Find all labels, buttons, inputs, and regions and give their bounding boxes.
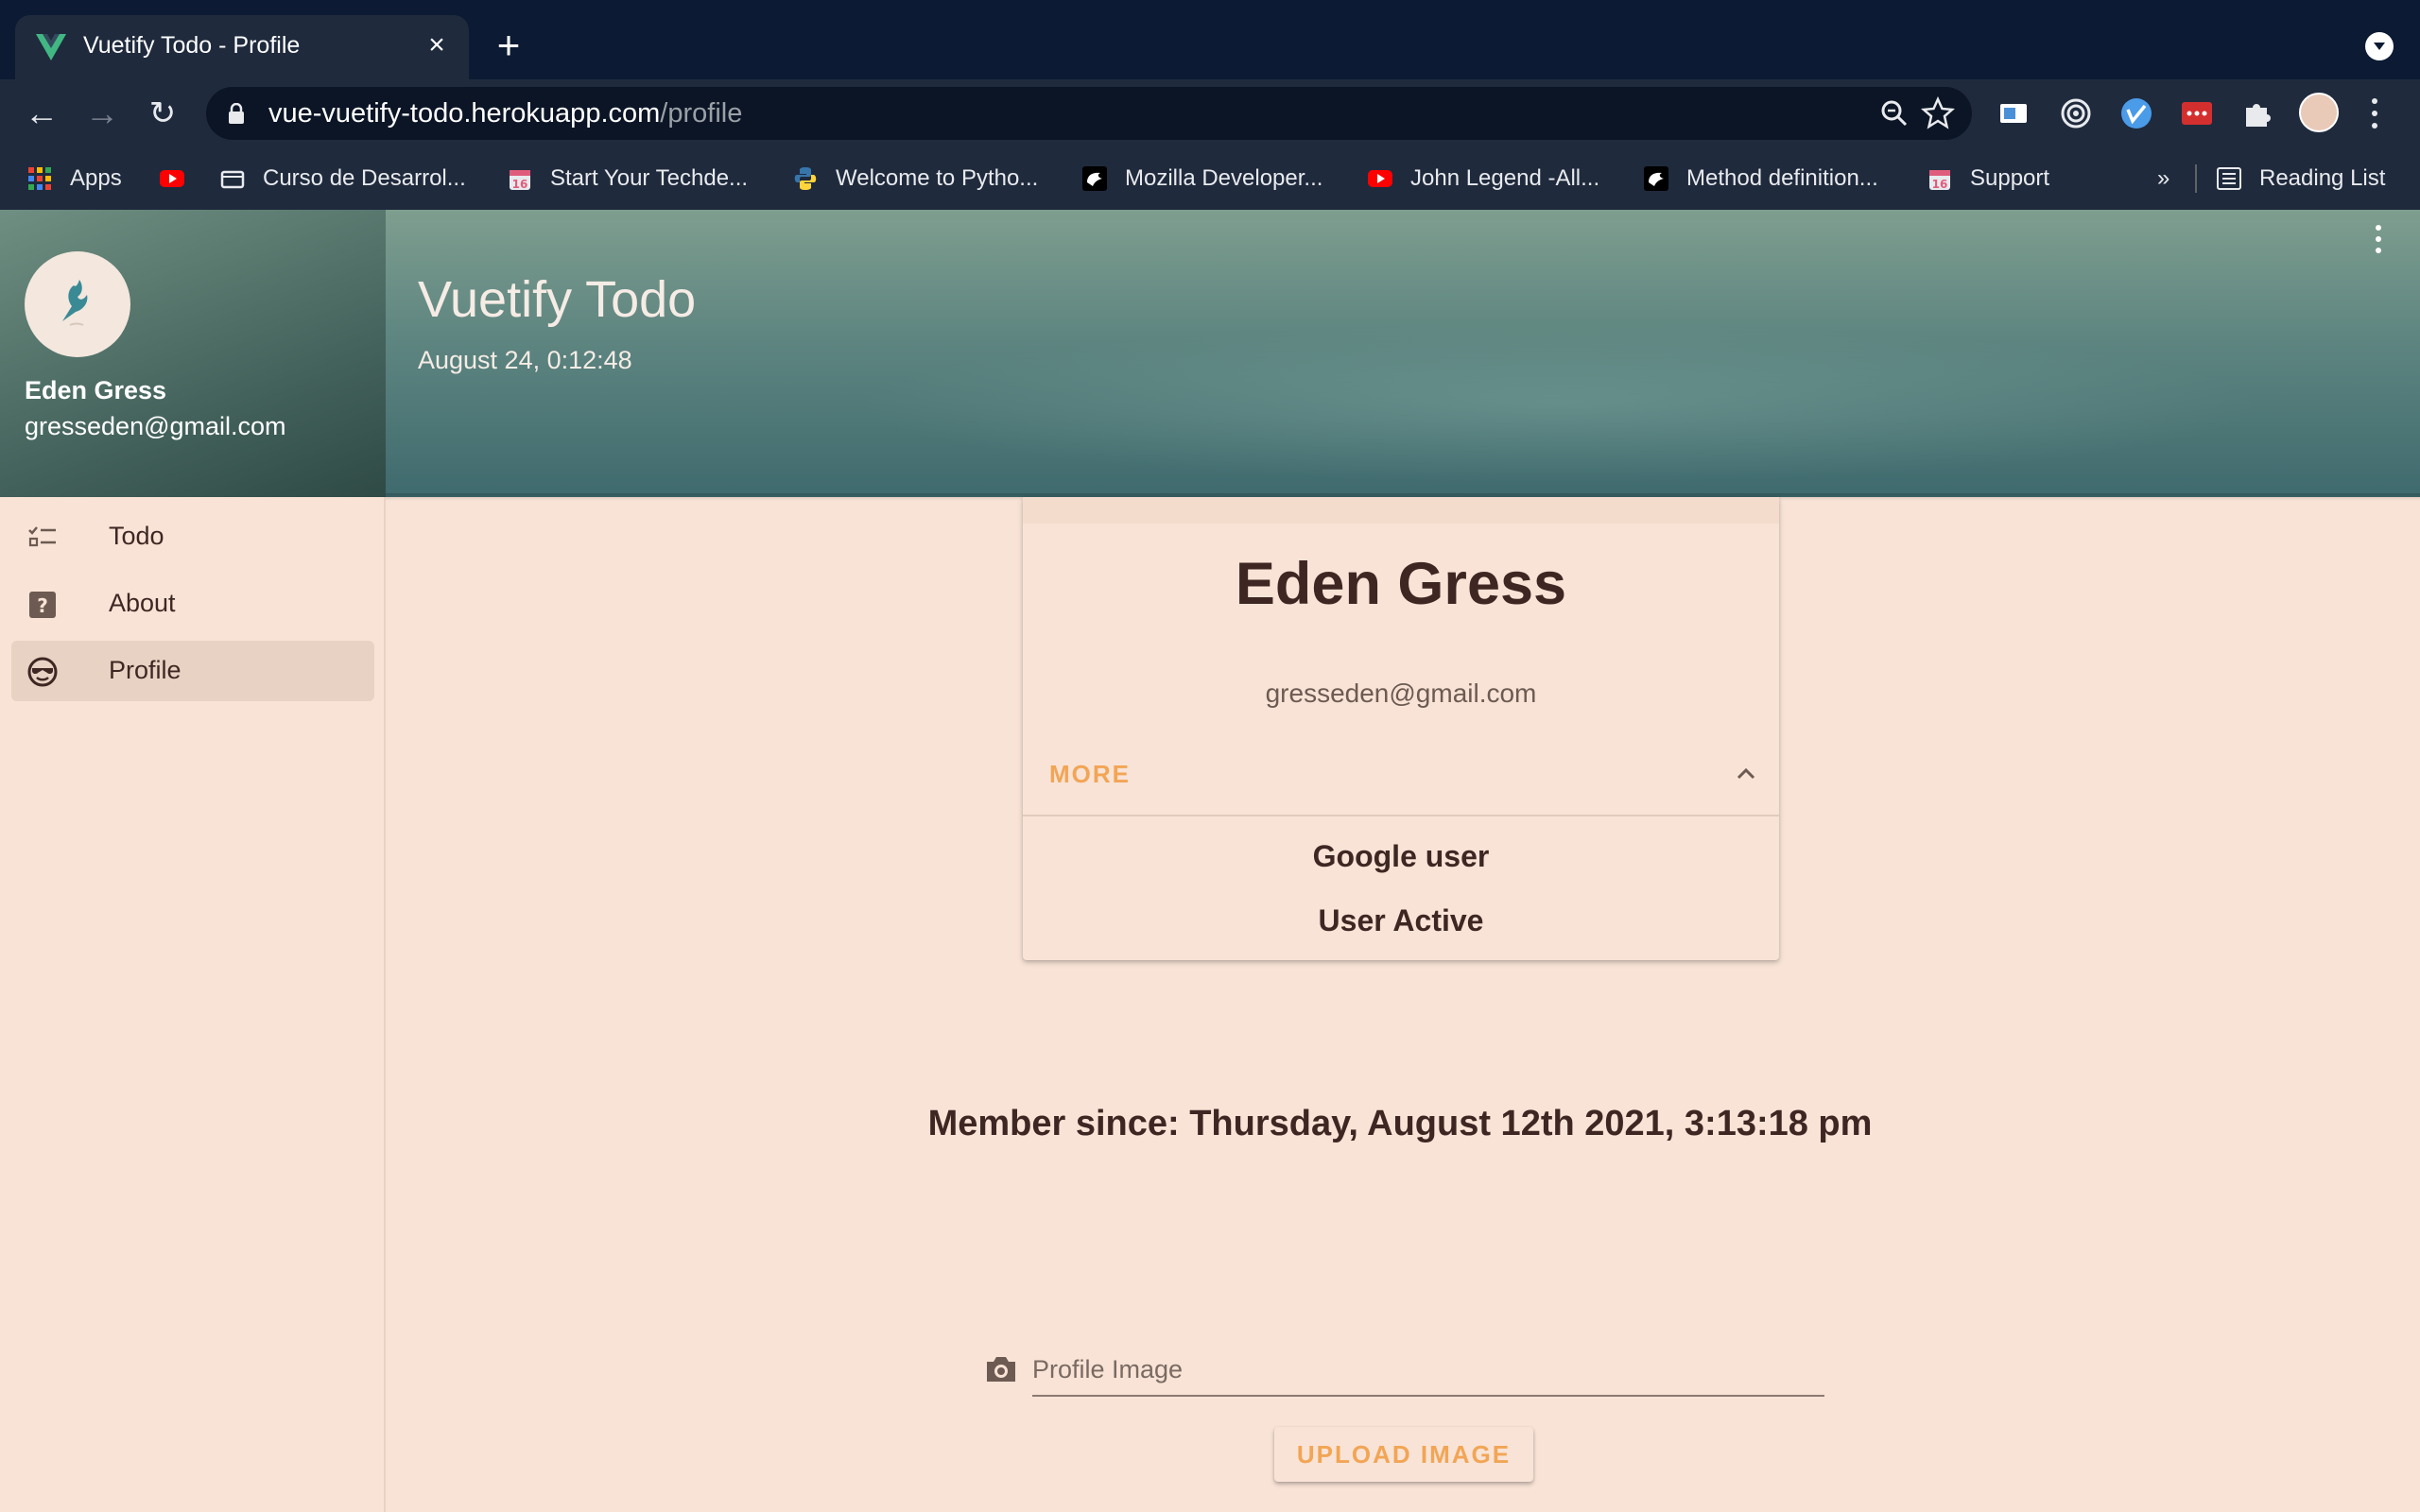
- drawer-user-email: gresseden@gmail.com: [25, 412, 286, 440]
- chevron-up-icon[interactable]: [1734, 762, 1758, 786]
- card-divider: [1023, 815, 1779, 816]
- nav-item-todo[interactable]: Todo: [11, 507, 374, 567]
- bookmark-curso[interactable]: Curso de Desarrol...: [219, 163, 466, 195]
- profile-image-input[interactable]: Profile Image: [1032, 1355, 1183, 1384]
- bookmark-john-legend[interactable]: John Legend -All...: [1367, 163, 1599, 195]
- app-more-menu-icon[interactable]: [2367, 223, 2390, 261]
- drawer-user-name: Eden Gress: [25, 376, 167, 404]
- target-extension-icon[interactable]: [2059, 96, 2093, 130]
- puzzle-extensions-icon[interactable]: [2240, 96, 2274, 130]
- youtube-icon: [160, 170, 184, 187]
- profile-name: Eden Gress: [1235, 551, 1567, 617]
- course-icon: [220, 170, 245, 189]
- profile-detail-google-user: Google user: [1312, 839, 1490, 873]
- zoom-icon[interactable]: [1877, 96, 1911, 130]
- bookmark-apps[interactable]: Apps: [26, 163, 122, 195]
- screen-extension-icon[interactable]: [1996, 96, 2031, 130]
- bookmark-python[interactable]: Welcome to Pytho...: [792, 163, 1038, 195]
- sunglasses-face-icon: [27, 657, 58, 687]
- nav-label: Todo: [109, 522, 164, 550]
- bird-logo-icon: [62, 280, 88, 326]
- vimeo-extension-icon[interactable]: [2119, 96, 2153, 130]
- more-button[interactable]: MORE: [1049, 760, 1131, 789]
- svg-text:?: ?: [37, 594, 48, 617]
- profile-card: Eden Gress gresseden@gmail.com MORE Goog…: [1023, 497, 1779, 960]
- back-icon[interactable]: ←: [23, 94, 60, 132]
- app-title: Vuetify Todo: [418, 271, 697, 328]
- url-text: vue-vuetify-todo.herokuapp.com/profile: [268, 98, 743, 129]
- bookmarks-divider: [2195, 164, 2197, 193]
- user-avatar: [25, 251, 130, 357]
- upload-image-button[interactable]: UPLOAD IMAGE: [1274, 1427, 1533, 1482]
- browser-menu-icon[interactable]: [2363, 96, 2386, 130]
- main-content: Eden Gress gresseden@gmail.com MORE Goog…: [388, 497, 2420, 1512]
- nav-item-about[interactable]: ? About: [11, 574, 374, 634]
- reading-list-button[interactable]: Reading List: [2216, 163, 2385, 195]
- youtube-icon: [1368, 170, 1392, 187]
- app-header: [0, 210, 2420, 497]
- browser-tab[interactable]: Vuetify Todo - Profile ×: [15, 15, 469, 79]
- lock-icon: [229, 103, 244, 124]
- profile-detail-user-active: User Active: [1318, 903, 1484, 937]
- bookmark-star-icon[interactable]: [1921, 96, 1955, 130]
- mdn-icon: [1082, 166, 1107, 191]
- todo-list-icon: [28, 526, 56, 547]
- file-input-underline: [1032, 1395, 1824, 1397]
- bookmarks-bar: Apps Curso de Desarrol... 16 Start Your …: [0, 147, 2420, 210]
- nav-item-profile[interactable]: Profile: [11, 641, 374, 701]
- member-since: Member since: Thursday, August 12th 2021…: [927, 1104, 1873, 1143]
- camera-icon[interactable]: [983, 1353, 1019, 1385]
- header-datetime: August 24, 0:12:48: [418, 346, 632, 374]
- new-tab-icon[interactable]: +: [490, 26, 527, 65]
- forward-icon[interactable]: →: [83, 94, 121, 132]
- tab-title: Vuetify Todo - Profile: [83, 32, 301, 59]
- close-tab-icon[interactable]: ×: [420, 28, 454, 62]
- nav-label: About: [109, 589, 176, 617]
- svg-text:16: 16: [512, 178, 528, 191]
- browser-toolbar: ← → ↻ vue-vuetify-todo.herokuapp.com/pro…: [0, 79, 2420, 147]
- tab-search-icon[interactable]: [2365, 32, 2394, 60]
- calendar-16-icon: 16: [1929, 170, 1950, 191]
- reading-list-icon: [2217, 167, 2241, 190]
- browser-tab-strip: Vuetify Todo - Profile × +: [0, 0, 2420, 79]
- app-root: Eden Gress gresseden@gmail.com Vuetify T…: [0, 210, 2420, 1512]
- nav-label: Profile: [109, 656, 182, 684]
- card-top-strip: [1023, 497, 1779, 524]
- bookmark-start-your-techdegree[interactable]: 16 Start Your Techde...: [507, 163, 748, 195]
- help-box-icon: ?: [29, 592, 56, 618]
- reload-icon[interactable]: ↻: [144, 94, 182, 132]
- bookmark-mdn[interactable]: Mozilla Developer...: [1081, 163, 1322, 195]
- python-icon: [794, 167, 817, 190]
- calendar-16-icon: 16: [510, 170, 530, 191]
- bookmark-support[interactable]: 16 Support: [1927, 163, 2049, 195]
- svg-text:16: 16: [1932, 178, 1948, 191]
- address-bar[interactable]: vue-vuetify-todo.herokuapp.com/profile: [206, 87, 1972, 140]
- bookmark-method-definition[interactable]: Method definition...: [1643, 163, 1878, 195]
- bookmark-youtube[interactable]: [159, 163, 185, 195]
- apps-grid-icon: [28, 167, 51, 190]
- profile-avatar-icon[interactable]: [2299, 93, 2339, 132]
- vue-logo-icon: [36, 34, 66, 60]
- password-extension-icon[interactable]: [2180, 96, 2214, 130]
- navigation-drawer: Todo ? About Profile: [0, 497, 386, 1512]
- mdn-icon: [1644, 166, 1668, 191]
- bookmarks-overflow-icon[interactable]: »: [2157, 163, 2169, 195]
- profile-email: gresseden@gmail.com: [1265, 679, 1537, 708]
